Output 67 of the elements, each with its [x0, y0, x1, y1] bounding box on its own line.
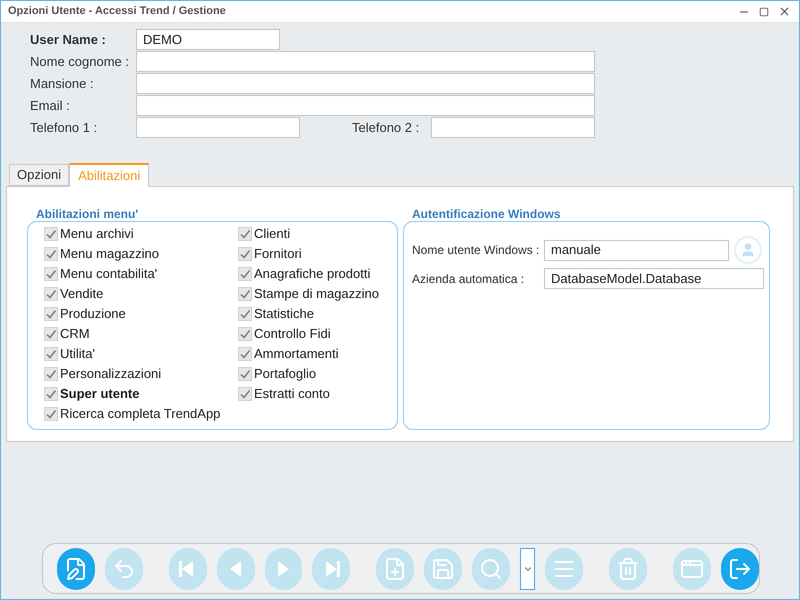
checkbox-label: Controllo Fidi [254, 325, 331, 344]
checkbox[interactable] [44, 327, 58, 341]
field-label: Nome cognome : [30, 52, 130, 71]
checkbox[interactable] [44, 347, 58, 361]
checkbox-label: Menu archivi [60, 225, 134, 244]
search-icon [478, 556, 503, 580]
input-field[interactable] [431, 117, 595, 138]
checkbox-label: Portafoglio [254, 365, 316, 384]
checkbox[interactable] [238, 267, 252, 281]
checkbox[interactable] [238, 387, 252, 401]
field-label: Azienda automatica : [412, 270, 526, 288]
field-label: Nome utente Windows : [412, 242, 540, 259]
checkbox[interactable] [44, 287, 58, 301]
checkbox[interactable] [44, 307, 58, 321]
input-field[interactable]: DEMO [136, 29, 280, 50]
input-field[interactable] [136, 117, 300, 138]
checkbox[interactable] [238, 367, 252, 381]
checkbox-label: Vendite [60, 285, 104, 304]
group-title: Abilitazioni menu' [35, 207, 140, 221]
edit-button[interactable] [57, 548, 95, 590]
checkbox-label: Anagrafiche prodotti [254, 265, 370, 284]
checkbox-label: Ricerca completa TrendApp [60, 405, 220, 424]
checkbox[interactable] [238, 307, 252, 321]
input-field[interactable] [136, 51, 595, 72]
checkbox-label: Stampe di magazzino [254, 285, 380, 304]
checkbox[interactable] [238, 347, 252, 361]
group-title: Autentificazione Windows [411, 207, 562, 221]
checkbox[interactable] [44, 267, 58, 281]
exit-button[interactable] [721, 548, 759, 590]
checkbox[interactable] [238, 287, 252, 301]
field-label: Email : [30, 96, 71, 115]
checkbox-label: Statistiche [254, 305, 314, 324]
field-label: Telefono 1 : [30, 118, 98, 137]
save-icon [431, 556, 456, 580]
field-label: User Name : [30, 30, 107, 49]
checkbox-label: Utilita' [60, 345, 95, 364]
checkbox-label: CRM [60, 325, 90, 344]
field-label: Mansione : [30, 74, 95, 93]
input-field[interactable]: DatabaseModel.Database [544, 268, 764, 289]
checkbox-label: Ammortamenti [254, 345, 339, 364]
input-field[interactable] [136, 95, 595, 116]
checkbox[interactable] [44, 387, 58, 401]
maximize-icon [759, 6, 769, 16]
checkbox[interactable] [238, 327, 252, 341]
close-icon [778, 5, 790, 18]
checkbox-label: Menu contabilita' [60, 265, 158, 284]
tab[interactable]: Opzioni [9, 164, 70, 186]
checkbox-label: Menu magazzino [60, 245, 159, 264]
checkbox-label: Fornitori [254, 245, 302, 264]
checkbox-label: Clienti [254, 225, 290, 244]
checkbox-label: Personalizzazioni [60, 365, 162, 384]
dropdown-button[interactable] [520, 548, 536, 590]
window-title: Opzioni Utente - Accessi Trend / Gestione [8, 4, 226, 20]
checkbox[interactable] [238, 247, 252, 261]
checkbox[interactable] [44, 407, 58, 421]
input-field[interactable]: manuale [544, 240, 729, 260]
field-label: Telefono 2 : [352, 118, 420, 137]
checkbox-label: Produzione [60, 305, 126, 324]
checkbox[interactable] [44, 247, 58, 261]
checkbox-label: Estratti conto [254, 385, 330, 404]
trash-icon [616, 556, 640, 580]
exit-icon [728, 556, 752, 580]
checkbox-label: Super utente [60, 385, 140, 404]
input-field[interactable] [136, 73, 595, 94]
checkbox[interactable] [44, 227, 58, 241]
checkbox[interactable] [238, 227, 252, 241]
checkbox[interactable] [44, 367, 58, 381]
